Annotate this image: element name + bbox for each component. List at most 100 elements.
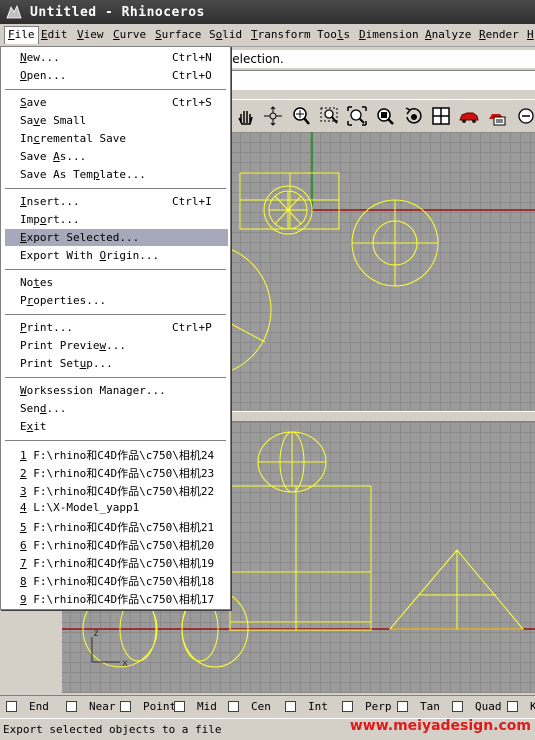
osnap-checkbox[interactable] <box>228 701 239 712</box>
file-menu-dropdown: New... Ctrl+N Open... Ctrl+O Save Ctrl+S Save … <box>0 46 231 610</box>
osnap-label: Point <box>143 700 177 713</box>
menu-item-insert[interactable]: Insert... Ctrl+I <box>5 193 228 210</box>
render-car-icon[interactable] <box>458 105 480 127</box>
menu-item-label: New... <box>20 51 60 64</box>
osnap-checkbox[interactable] <box>285 701 296 712</box>
menu-item-save-as[interactable]: Save As... <box>5 148 228 165</box>
menu-h[interactable]: H <box>527 28 534 41</box>
left-toolbar-strip <box>0 605 62 693</box>
axis-x-label: x <box>122 658 128 669</box>
menu-item-import[interactable]: Import... <box>5 211 228 228</box>
osnap-end[interactable]: End <box>6 700 49 713</box>
menu-item-exit[interactable]: Exit <box>5 418 228 435</box>
osnap-checkbox[interactable] <box>6 701 17 712</box>
menu-item-recent-file[interactable]: 7 F:\rhino和C4D作品\c750\相机19 <box>5 553 228 570</box>
render-options-icon[interactable] <box>486 105 508 127</box>
menu-item-export-with-origin[interactable]: Export With Origin... <box>5 247 228 264</box>
osnap-checkbox[interactable] <box>174 701 185 712</box>
pan-hand-icon[interactable] <box>234 105 256 127</box>
osnap-quad[interactable]: Quad <box>452 700 502 713</box>
menu-tools[interactable]: Tools <box>317 28 350 41</box>
osnap-bar: End Near Point Mid Cen Int Perp Tan Quad Kn <box>0 695 535 718</box>
watermark: www.meiyadesign.com <box>349 718 531 734</box>
menu-item-recent-file[interactable]: 3 F:\rhino和C4D作品\c750\相机22 <box>5 481 228 498</box>
undo-view-icon[interactable] <box>402 105 424 127</box>
menu-item-properties[interactable]: Properties... <box>5 292 228 309</box>
menu-item-save-as-template[interactable]: Save As Template... <box>5 166 228 183</box>
more-icon[interactable] <box>514 105 535 127</box>
menu-analyze[interactable]: Analyze <box>425 28 471 41</box>
menu-item-recent-file[interactable]: 1 F:\rhino和C4D作品\c750\相机24 <box>5 445 228 462</box>
menu-item-shortcut: Ctrl+I <box>172 195 212 208</box>
osnap-checkbox[interactable] <box>120 701 131 712</box>
rotate-view-icon[interactable] <box>262 105 284 127</box>
osnap-kn[interactable]: Kn <box>507 700 535 713</box>
menu-item-recent-file[interactable]: 8 F:\rhino和C4D作品\c750\相机18 <box>5 571 228 588</box>
menu-solid[interactable]: Solid <box>209 28 242 41</box>
status-bar: Export selected objects to a file www.me… <box>0 718 535 740</box>
osnap-label: Cen <box>251 700 271 713</box>
rhino-app-icon[interactable] <box>6 4 22 20</box>
menu-file[interactable]: File <box>4 26 39 44</box>
menu-transform[interactable]: Transform <box>251 28 311 41</box>
zoom-extents-icon[interactable] <box>346 105 368 127</box>
menu-item-label: Print Preview... <box>20 339 126 352</box>
menu-item-send[interactable]: Send... <box>5 400 228 417</box>
menu-item-label: 1 F:\rhino和C4D作品\c750\相机24 <box>20 449 215 462</box>
menu-item-print-preview[interactable]: Print Preview... <box>5 337 228 354</box>
four-viewports-icon[interactable] <box>430 105 452 127</box>
menu-item-notes[interactable]: Notes <box>5 274 228 291</box>
menu-item-worksession-manager[interactable]: Worksession Manager... <box>5 382 228 399</box>
osnap-point[interactable]: Point <box>120 700 176 713</box>
menu-item-label: Send... <box>20 402 67 415</box>
zoom-window-icon[interactable] <box>318 105 340 127</box>
menu-item-label: Export Selected... <box>20 231 140 244</box>
menu-item-recent-file[interactable]: 2 F:\rhino和C4D作品\c750\相机23 <box>5 463 228 480</box>
menu-item-label: Export With Origin... <box>20 249 160 262</box>
osnap-checkbox[interactable] <box>342 701 353 712</box>
menu-item-open[interactable]: Open... Ctrl+O <box>5 67 228 84</box>
zoom-dynamic-icon[interactable] <box>290 105 312 127</box>
osnap-cen[interactable]: Cen <box>228 700 271 713</box>
menu-render[interactable]: Render <box>479 28 519 41</box>
menu-item-save[interactable]: Save Ctrl+S <box>5 94 228 111</box>
menu-item-recent-file[interactable]: 9 F:\rhino和C4D作品\c750\相机17 <box>5 589 228 606</box>
menu-item-label: Insert... <box>20 195 80 208</box>
menu-separator <box>5 440 226 442</box>
menu-edit[interactable]: Edit <box>41 28 68 41</box>
menu-item-export-selected[interactable]: Export Selected... <box>5 229 228 246</box>
osnap-checkbox[interactable] <box>397 701 408 712</box>
osnap-label: Near <box>89 700 116 713</box>
osnap-checkbox[interactable] <box>66 701 77 712</box>
menu-item-incremental-save[interactable]: Incremental Save <box>5 130 228 147</box>
command-input[interactable] <box>222 70 535 90</box>
menu-item-new[interactable]: New... Ctrl+N <box>5 49 228 66</box>
osnap-near[interactable]: Near <box>66 700 116 713</box>
menu-item-label: Save As Template... <box>20 168 146 181</box>
menu-item-label: 5 F:\rhino和C4D作品\c750\相机21 <box>20 521 215 534</box>
osnap-mid[interactable]: Mid <box>174 700 217 713</box>
menu-surface[interactable]: Surface <box>155 28 201 41</box>
menu-item-recent-file[interactable]: 6 F:\rhino和C4D作品\c750\相机20 <box>5 535 228 552</box>
osnap-int[interactable]: Int <box>285 700 328 713</box>
osnap-checkbox[interactable] <box>507 701 518 712</box>
menu-item-recent-file[interactable]: 5 F:\rhino和C4D作品\c750\相机21 <box>5 517 228 534</box>
menu-item-shortcut: Ctrl+N <box>172 51 212 64</box>
menu-item-shortcut: Ctrl+S <box>172 96 212 109</box>
menu-curve[interactable]: Curve <box>113 28 146 41</box>
menu-dimension[interactable]: Dimension <box>359 28 419 41</box>
menu-item-label: Print... <box>20 321 73 334</box>
menu-item-save-small[interactable]: Save Small <box>5 112 228 129</box>
menu-item-print[interactable]: Print... Ctrl+P <box>5 319 228 336</box>
menu-item-print-setup[interactable]: Print Setup... <box>5 355 228 372</box>
osnap-perp[interactable]: Perp <box>342 700 392 713</box>
menu-item-label: 4 L:\X-Model_yapp1 <box>20 501 140 514</box>
menu-view[interactable]: View <box>77 28 104 41</box>
osnap-label: Kn <box>530 700 535 713</box>
menu-item-recent-file[interactable]: 4 L:\X-Model_yapp1 <box>5 499 228 516</box>
status-text: Export selected objects to a file <box>3 723 222 736</box>
osnap-tan[interactable]: Tan <box>397 700 440 713</box>
command-history: selection. <box>222 50 535 68</box>
osnap-checkbox[interactable] <box>452 701 463 712</box>
zoom-selected-icon[interactable] <box>374 105 396 127</box>
